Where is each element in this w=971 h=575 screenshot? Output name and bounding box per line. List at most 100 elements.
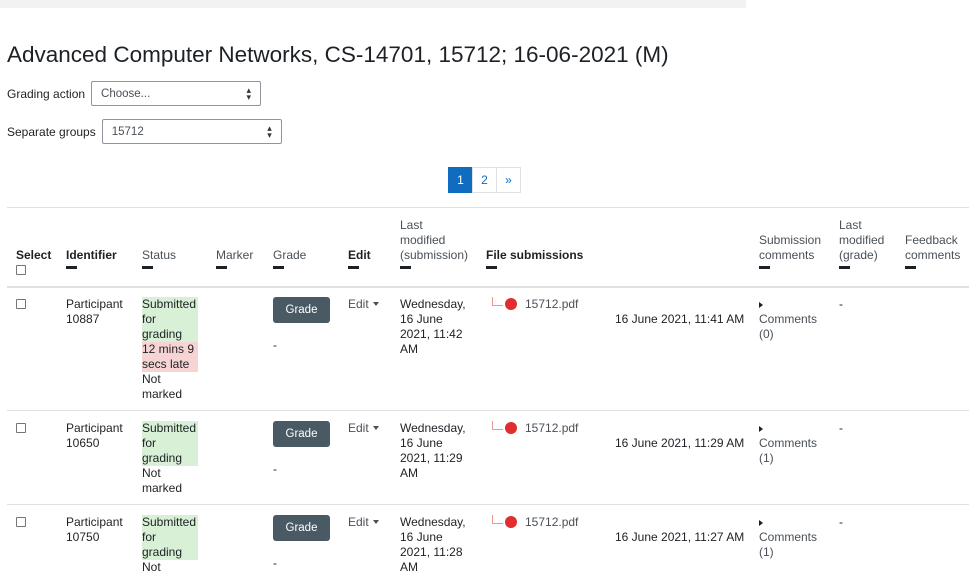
header-line: Last xyxy=(400,218,423,232)
file-timestamp: 16 June 2021, 11:41 AM xyxy=(615,312,745,326)
pagination: 1 2 » xyxy=(448,167,521,193)
identifier-line: Participant xyxy=(66,515,123,529)
header-line: comments xyxy=(759,248,815,262)
date-line: 16 June xyxy=(400,530,443,544)
status-line: for xyxy=(142,312,157,326)
last-modified-grade: - xyxy=(839,421,843,435)
collapse-icon[interactable] xyxy=(348,266,359,269)
tree-branch-icon xyxy=(492,420,503,430)
grade-button[interactable]: Grade xyxy=(273,515,330,541)
edit-label: Edit xyxy=(348,421,369,435)
row-select-checkbox[interactable] xyxy=(16,423,26,433)
expand-triangle-icon[interactable] xyxy=(759,426,763,432)
edit-menu[interactable]: Edit xyxy=(348,515,379,529)
status-line: grading xyxy=(142,327,183,341)
file-submission[interactable]: 15712.pdf xyxy=(492,296,578,311)
file-link[interactable]: 15712.pdf xyxy=(525,515,578,529)
submission-comments[interactable]: Comments (1) xyxy=(759,515,817,560)
collapse-icon[interactable] xyxy=(400,266,411,269)
date-line: 2021, 11:28 xyxy=(400,545,463,559)
grading-action-row: Grading action Choose... ▴ ▾ xyxy=(7,81,262,106)
status-line: 12 mins 9 xyxy=(142,342,195,356)
comments-link[interactable]: Comments xyxy=(759,530,817,545)
file-link[interactable]: 15712.pdf xyxy=(525,421,578,435)
status-cell: Submitted for grading Not xyxy=(142,515,198,575)
select-all-checkbox[interactable] xyxy=(16,265,26,275)
collapse-icon[interactable] xyxy=(142,266,153,269)
submission-comments[interactable]: Comments (1) xyxy=(759,421,817,466)
comments-link[interactable]: Comments xyxy=(759,312,817,327)
date-line: Wednesday, xyxy=(400,515,466,529)
status-line: Submitted xyxy=(142,515,197,529)
row-select-checkbox[interactable] xyxy=(16,517,26,527)
collapse-icon[interactable] xyxy=(905,266,916,269)
row-divider xyxy=(7,410,969,411)
status-line: Not xyxy=(142,560,161,574)
grading-action-label: Grading action xyxy=(7,86,86,101)
status-cell: Submitted for grading Not marked xyxy=(142,421,198,496)
page-title: Advanced Computer Networks, CS-14701, 15… xyxy=(7,42,669,67)
status-line: Not xyxy=(142,372,161,386)
grading-action-select[interactable]: Choose... ▴ ▾ xyxy=(91,81,262,106)
edit-label: Edit xyxy=(348,515,369,529)
grade-button[interactable]: Grade xyxy=(273,421,330,447)
separate-groups-select[interactable]: 15712 ▴ ▾ xyxy=(101,119,282,144)
header-identifier[interactable]: Identifier xyxy=(66,248,117,269)
date-line: Wednesday, xyxy=(400,421,466,435)
date-line: Wednesday, xyxy=(400,297,466,311)
date-line: 2021, 11:29 xyxy=(400,451,463,465)
table-top-border xyxy=(7,207,969,208)
header-file-submissions: File submissions xyxy=(486,248,583,269)
status-line: Not xyxy=(142,466,161,480)
status-line: for xyxy=(142,530,157,544)
header-marker-label: Marker xyxy=(216,248,254,262)
header-marker[interactable]: Marker xyxy=(216,248,253,269)
row-select-checkbox[interactable] xyxy=(16,299,26,309)
file-submission[interactable]: 15712.pdf xyxy=(492,514,578,529)
header-status[interactable]: Status xyxy=(142,248,176,269)
page-link-1[interactable]: 1 xyxy=(448,167,473,193)
collapse-icon[interactable] xyxy=(273,266,284,269)
file-link[interactable]: 15712.pdf xyxy=(525,297,578,311)
status-line: grading xyxy=(142,451,183,465)
header-line: (grade) xyxy=(839,248,878,262)
comments-link[interactable]: Comments xyxy=(759,436,817,451)
last-modified-submission: Wednesday, 16 June 2021, 11:29 AM xyxy=(400,421,466,481)
header-line: Feedback xyxy=(905,233,958,247)
last-modified-submission: Wednesday, 16 June 2021, 11:42 AM xyxy=(400,297,466,357)
separate-groups-row: Separate groups 15712 ▴ ▾ xyxy=(7,119,282,144)
header-grade-label: Grade xyxy=(273,248,307,262)
edit-label: Edit xyxy=(348,297,369,311)
header-last-modified-submission[interactable]: Last modified (submission) xyxy=(400,218,468,269)
collapse-icon[interactable] xyxy=(66,266,77,269)
edit-menu[interactable]: Edit xyxy=(348,297,379,311)
header-edit-label: Edit xyxy=(348,248,371,262)
pdf-icon xyxy=(505,516,517,528)
header-grade[interactable]: Grade xyxy=(273,248,306,269)
header-last-modified-grade[interactable]: Last modified (grade) xyxy=(839,218,884,269)
header-line: Last xyxy=(839,218,862,232)
comments-count: (1) xyxy=(759,545,774,559)
collapse-icon[interactable] xyxy=(486,266,497,269)
identifier-line: 10650 xyxy=(66,436,100,450)
submission-comments[interactable]: Comments (0) xyxy=(759,297,817,342)
header-line: modified xyxy=(400,233,446,247)
header-line: comments xyxy=(905,248,961,262)
grade-button[interactable]: Grade xyxy=(273,297,330,323)
status-line: Submitted xyxy=(142,297,197,311)
date-line: 16 June xyxy=(400,436,443,450)
expand-triangle-icon[interactable] xyxy=(759,302,763,308)
grade-value: - xyxy=(273,338,277,352)
edit-menu[interactable]: Edit xyxy=(348,421,379,435)
expand-triangle-icon[interactable] xyxy=(759,520,763,526)
page-link-2[interactable]: 2 xyxy=(472,167,497,193)
collapse-icon[interactable] xyxy=(759,266,770,269)
status-line: marked xyxy=(142,481,183,495)
participant-identifier: Participant 10887 xyxy=(66,297,123,327)
collapse-icon[interactable] xyxy=(216,266,227,269)
comments-count: (1) xyxy=(759,451,774,465)
collapse-icon[interactable] xyxy=(839,266,850,269)
page-next-link[interactable]: » xyxy=(496,167,521,193)
file-timestamp: 16 June 2021, 11:29 AM xyxy=(615,436,745,450)
file-submission[interactable]: 15712.pdf xyxy=(492,420,578,435)
